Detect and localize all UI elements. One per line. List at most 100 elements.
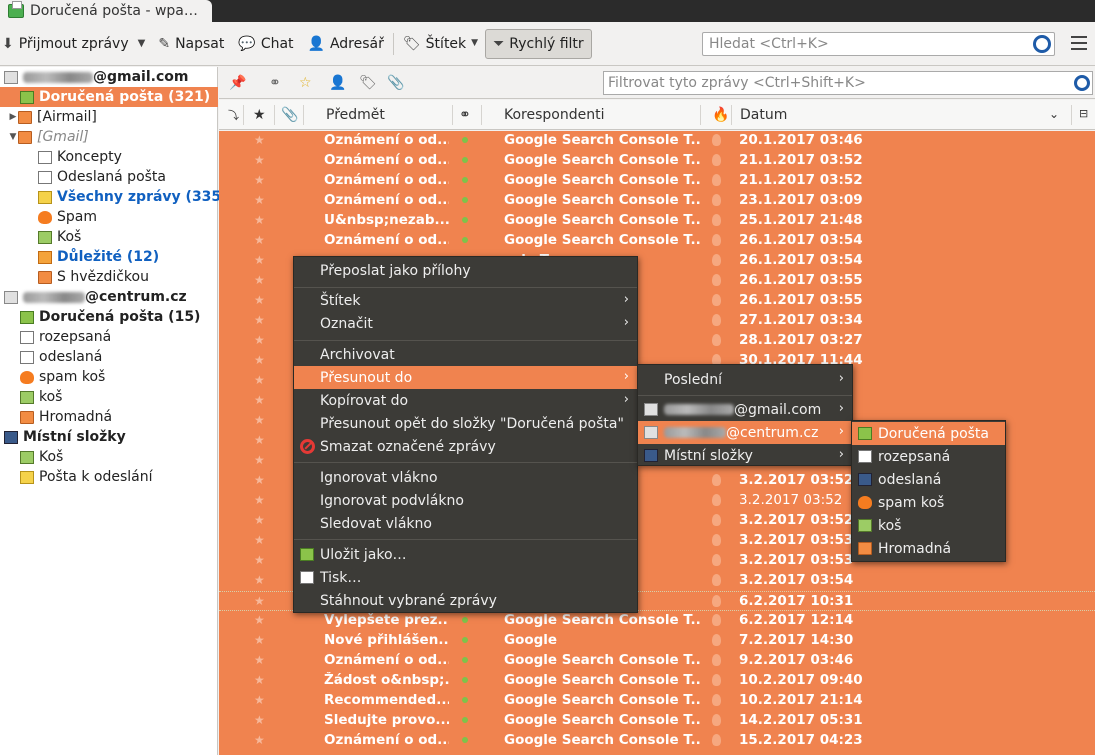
- attachment-column-icon[interactable]: 📎: [281, 107, 298, 123]
- thread-column-icon[interactable]: ⤵: [228, 107, 239, 123]
- junk-flame-icon[interactable]: [712, 614, 721, 626]
- hamburger-menu-icon[interactable]: [1071, 36, 1087, 50]
- star-filter-icon[interactable]: ☆: [299, 75, 312, 91]
- junk-flame-icon[interactable]: [712, 314, 721, 326]
- junk-flame-icon[interactable]: [712, 534, 721, 546]
- submenu-item-inbox[interactable]: Doručená pošta: [852, 422, 1005, 445]
- folder-allmail[interactable]: Všechny zprávy (335): [0, 187, 228, 207]
- folder-local-trash[interactable]: Koš: [0, 447, 218, 467]
- account-local[interactable]: Místní složky: [0, 427, 218, 447]
- folder-starred[interactable]: S hvězdičkou: [0, 267, 218, 287]
- table-row[interactable]: ★ Oznámení o od... Google Search Console T…: [219, 231, 1095, 251]
- address-book-button[interactable]: 👤 Adresář: [301, 29, 391, 59]
- star-icon[interactable]: ★: [254, 613, 265, 627]
- menu-item-copy-to[interactable]: Kopírovat do ›: [294, 389, 637, 412]
- chat-button[interactable]: 💬 Chat: [231, 29, 300, 59]
- star-icon[interactable]: ★: [254, 293, 265, 307]
- junk-flame-icon[interactable]: [712, 294, 721, 306]
- read-status-dot-icon[interactable]: [462, 737, 468, 743]
- read-column-icon[interactable]: ⚭: [459, 107, 471, 123]
- read-status-dot-icon[interactable]: [462, 197, 468, 203]
- submenu-item-kos[interactable]: koš: [852, 514, 1005, 537]
- menu-item-save-as[interactable]: Uložit jako…: [294, 543, 637, 566]
- junk-flame-icon[interactable]: [712, 595, 721, 607]
- attachment-filter-icon[interactable]: 📎: [387, 75, 404, 91]
- unread-filter-icon[interactable]: ⚭: [269, 75, 281, 91]
- folder-airmail[interactable]: ▶ [Airmail]: [0, 107, 218, 127]
- menu-item-archive[interactable]: Archivovat: [294, 343, 637, 366]
- pin-icon[interactable]: 📌: [229, 75, 246, 91]
- column-picker-icon[interactable]: ⊟: [1079, 107, 1088, 120]
- table-row[interactable]: ★ Sledujte provo... Google Search Console …: [219, 711, 1095, 731]
- read-status-dot-icon[interactable]: [462, 137, 468, 143]
- junk-flame-icon[interactable]: [712, 674, 721, 686]
- junk-flame-icon[interactable]: [712, 254, 721, 266]
- quick-filter-button[interactable]: ⏷ Rychlý filtr: [485, 28, 592, 59]
- menu-item-watch-thread[interactable]: Sledovat vlákno: [294, 512, 637, 535]
- menu-item-move-again[interactable]: Přesunout opět do složky "Doručená pošta…: [294, 412, 637, 435]
- menu-item-print[interactable]: Tisk…: [294, 566, 637, 589]
- junk-flame-icon[interactable]: [712, 694, 721, 706]
- star-icon[interactable]: ★: [254, 253, 265, 267]
- star-icon[interactable]: ★: [254, 633, 265, 647]
- star-icon[interactable]: ★: [254, 733, 265, 747]
- star-icon[interactable]: ★: [254, 173, 265, 187]
- read-status-dot-icon[interactable]: [462, 237, 468, 243]
- collapse-icon[interactable]: ▼: [8, 132, 18, 142]
- junk-flame-icon[interactable]: [712, 734, 721, 746]
- star-icon[interactable]: ★: [254, 513, 265, 527]
- chevron-down-icon[interactable]: ▼: [138, 38, 146, 49]
- submenu-item-local[interactable]: Místní složky ›: [638, 444, 852, 467]
- junk-flame-icon[interactable]: [712, 634, 721, 646]
- folder-outbox[interactable]: Pošta k odeslání: [0, 467, 218, 487]
- folder-kos[interactable]: koš: [0, 387, 218, 407]
- star-icon[interactable]: ★: [254, 553, 265, 567]
- junk-flame-icon[interactable]: [712, 134, 721, 146]
- tag-button[interactable]: 🏷 Štítek ▼: [396, 29, 485, 59]
- tab-inbox[interactable]: Doručená pošta - wpa…: [0, 0, 212, 22]
- search-icon[interactable]: [1033, 35, 1051, 53]
- folder-hromadna[interactable]: Hromadná: [0, 407, 218, 427]
- star-icon[interactable]: ★: [254, 573, 265, 587]
- table-row[interactable]: ★ Oznámení o od... Google Search Console T…: [219, 651, 1095, 671]
- junk-flame-icon[interactable]: [712, 514, 721, 526]
- junk-flame-icon[interactable]: [712, 494, 721, 506]
- submenu-item-spamkos[interactable]: spam koš: [852, 491, 1005, 514]
- folder-inbox-gmail[interactable]: Doručená pošta (321): [0, 87, 218, 107]
- star-icon[interactable]: ★: [254, 413, 265, 427]
- table-row[interactable]: ★ Oznámení o od... Google Search Console T…: [219, 731, 1095, 751]
- star-icon[interactable]: ★: [254, 393, 265, 407]
- star-icon[interactable]: ★: [254, 153, 265, 167]
- submenu-item-odeslana[interactable]: odeslaná: [852, 468, 1005, 491]
- star-column-icon[interactable]: ★: [253, 107, 266, 123]
- star-icon[interactable]: ★: [254, 353, 265, 367]
- junk-flame-icon[interactable]: [712, 654, 721, 666]
- star-icon[interactable]: ★: [254, 433, 265, 447]
- folder-rozepsana[interactable]: rozepsaná: [0, 327, 218, 347]
- write-button[interactable]: ✎ Napsat: [151, 29, 231, 59]
- menu-item-forward-attach[interactable]: Přeposlat jako přílohy: [294, 259, 637, 282]
- table-row[interactable]: ★ Oznámení o od... Google Search Console T…: [219, 191, 1095, 211]
- menu-item-ignore-subthread[interactable]: Ignorovat podvlákno: [294, 489, 637, 512]
- star-icon[interactable]: ★: [254, 213, 265, 227]
- read-status-dot-icon[interactable]: [462, 617, 468, 623]
- junk-flame-icon[interactable]: [712, 234, 721, 246]
- star-icon[interactable]: ★: [254, 453, 265, 467]
- menu-item-move-to[interactable]: Přesunout do ›: [294, 366, 637, 389]
- submenu-item-recent[interactable]: Poslední ›: [638, 368, 852, 391]
- expand-icon[interactable]: ▶: [8, 112, 18, 122]
- search-input[interactable]: Hledat <Ctrl+K>: [702, 32, 1055, 56]
- folder-inbox-centrum[interactable]: Doručená pošta (15): [0, 307, 218, 327]
- submenu-item-hromadna[interactable]: Hromadná: [852, 537, 1005, 560]
- star-icon[interactable]: ★: [254, 233, 265, 247]
- search-icon[interactable]: [1074, 75, 1090, 91]
- star-icon[interactable]: ★: [254, 653, 265, 667]
- star-icon[interactable]: ★: [254, 373, 265, 387]
- get-mail-button[interactable]: ⬇ Přijmout zprávy: [0, 29, 136, 59]
- folder-spam[interactable]: Spam: [0, 207, 218, 227]
- star-icon[interactable]: ★: [254, 713, 265, 727]
- table-row[interactable]: ★ Recommended... Google Search Console T..…: [219, 691, 1095, 711]
- folder-important[interactable]: Důležité (12): [0, 247, 218, 267]
- junk-flame-icon[interactable]: [712, 714, 721, 726]
- read-status-dot-icon[interactable]: [462, 637, 468, 643]
